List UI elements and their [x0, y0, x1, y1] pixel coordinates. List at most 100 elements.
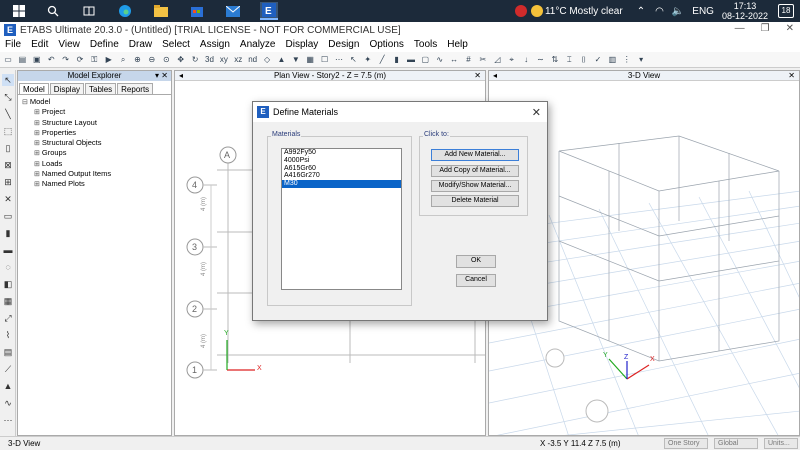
zoom-window-icon[interactable]: ⌕ — [117, 54, 129, 66]
tables-icon[interactable]: ▥ — [606, 54, 618, 66]
task-view-icon[interactable] — [80, 2, 98, 20]
tree-item-named-plots[interactable]: ⊞ Named Plots — [22, 179, 167, 189]
draw-braces-tool-icon[interactable]: ⊠ — [2, 159, 14, 171]
menu-edit[interactable]: Edit — [26, 38, 53, 52]
menu-select[interactable]: Select — [157, 38, 195, 52]
menu-tools[interactable]: Tools — [409, 38, 442, 52]
reshape-icon[interactable]: ◿ — [491, 54, 503, 66]
expand-icon[interactable]: ⊞ — [34, 171, 40, 178]
tree-root[interactable]: ⊟ Model — [22, 97, 167, 107]
menu-design[interactable]: Design — [323, 38, 364, 52]
tree-item-properties[interactable]: ⊞ Properties — [22, 128, 167, 138]
ok-button[interactable]: OK — [456, 255, 496, 268]
expand-icon[interactable]: ⊞ — [34, 150, 40, 157]
wifi-icon[interactable]: ◠ — [655, 6, 664, 17]
menu-help[interactable]: Help — [442, 38, 473, 52]
volume-icon[interactable]: 🔈 — [672, 6, 684, 17]
section-cut-icon[interactable]: ✂ — [477, 54, 489, 66]
draw-frame-icon[interactable]: ╱ — [376, 54, 388, 66]
tree-item-project[interactable]: ⊞ Project — [22, 107, 167, 117]
notification-badge-icon[interactable] — [514, 5, 527, 17]
view-elevation-icon[interactable]: xz — [232, 54, 244, 66]
draw-dimension-icon[interactable]: ↔ — [448, 54, 460, 66]
model-explorer-pin-close-icon[interactable]: ▾ ✕ — [155, 71, 168, 81]
draw-wall-tool-icon[interactable]: ▮ — [2, 227, 14, 239]
design-concrete-icon[interactable]: ⌷ — [578, 54, 590, 66]
expand-icon[interactable]: ⊞ — [34, 140, 40, 147]
tab-reports[interactable]: Reports — [117, 83, 154, 94]
menu-view[interactable]: View — [53, 38, 85, 52]
draw-support-tool-icon[interactable]: ▲ — [2, 380, 14, 392]
modify-show-material-button[interactable]: Modify/Show Material... — [431, 180, 519, 192]
material-item-selected[interactable]: M30 — [282, 180, 401, 188]
new-model-icon[interactable]: ▭ — [2, 54, 14, 66]
forces-icon[interactable]: ⇅ — [549, 54, 561, 66]
pointer-icon[interactable]: ↖ — [347, 54, 359, 66]
expand-icon[interactable]: ⊞ — [34, 130, 40, 137]
store-icon[interactable] — [188, 2, 206, 20]
material-item[interactable]: A416Gr270 — [282, 172, 401, 180]
units-icon[interactable]: ⋮ — [621, 54, 633, 66]
assign-load-icon[interactable]: ↓ — [520, 54, 532, 66]
draw-panel-tool-icon[interactable]: ▦ — [2, 295, 14, 307]
draw-rect-tool-icon[interactable]: ⬚ — [2, 125, 14, 137]
draw-misc-tool-icon[interactable]: ⋯ — [2, 414, 14, 426]
notification-center-icon[interactable]: 18 — [778, 4, 794, 18]
coord-system-dropdown[interactable]: Global — [714, 438, 758, 449]
move-up-icon[interactable]: ▲ — [275, 54, 287, 66]
draw-grid-icon[interactable]: # — [463, 54, 475, 66]
draw-wave-tool-icon[interactable]: ∿ — [2, 397, 14, 409]
draw-slab-tool-icon[interactable]: ▬ — [2, 244, 14, 256]
tab-model[interactable]: Model — [19, 83, 49, 94]
clock[interactable]: 17:13 08-12-2022 — [722, 1, 768, 21]
restore-icon[interactable]: ❐ — [761, 23, 770, 34]
story-dropdown[interactable]: One Story — [664, 438, 708, 449]
add-new-material-button[interactable]: Add New Material... — [431, 149, 519, 161]
perspective-icon[interactable]: ◇ — [261, 54, 273, 66]
design-check-icon[interactable]: ✓ — [592, 54, 604, 66]
windows-start-icon[interactable] — [10, 2, 28, 20]
view-nd-icon[interactable]: nd — [247, 54, 259, 66]
draw-tendon-tool-icon[interactable]: ⌇ — [2, 329, 14, 341]
draw-wall-icon[interactable]: ▮ — [391, 54, 403, 66]
draw-line-tool-icon[interactable]: ╲ — [2, 108, 14, 120]
dialog-close-icon[interactable]: ✕ — [532, 106, 541, 119]
language-indicator[interactable]: ENG — [692, 6, 714, 17]
delete-material-button[interactable]: Delete Material — [431, 195, 519, 207]
draw-x-brace-tool-icon[interactable]: ✕ — [2, 193, 14, 205]
edge-icon[interactable] — [116, 2, 134, 20]
file-explorer-icon[interactable] — [152, 2, 170, 20]
run-analysis-icon[interactable]: ▶ — [103, 54, 115, 66]
pan-icon[interactable]: ✥ — [175, 54, 187, 66]
deformed-shape-icon[interactable]: ∼ — [534, 54, 546, 66]
rotate-3d-icon[interactable]: ↻ — [189, 54, 201, 66]
minimize-icon[interactable]: — — [735, 23, 745, 34]
material-item[interactable]: 4000Psi — [282, 157, 401, 165]
menu-assign[interactable]: Assign — [195, 38, 235, 52]
weather-text[interactable]: 11°C Mostly clear — [545, 6, 623, 17]
draw-opening-tool-icon[interactable]: ◌ — [2, 261, 14, 273]
close-icon[interactable]: ✕ — [786, 23, 794, 34]
draw-link-icon[interactable]: ∿ — [434, 54, 446, 66]
cancel-button[interactable]: Cancel — [456, 274, 496, 287]
tab-display[interactable]: Display — [49, 83, 85, 94]
tree-item-structure-layout[interactable]: ⊞ Structure Layout — [22, 118, 167, 128]
draw-floor-tool-icon[interactable]: ▭ — [2, 210, 14, 222]
object-shrink-icon[interactable]: ▦ — [304, 54, 316, 66]
draw-joint-icon[interactable]: ✦ — [362, 54, 374, 66]
etabs-taskbar-icon[interactable]: E — [260, 2, 278, 20]
view-3d-icon[interactable]: 3d — [203, 54, 215, 66]
pointer-tool-icon[interactable]: ↖ — [2, 74, 14, 86]
move-down-icon[interactable]: ▼ — [290, 54, 302, 66]
draw-floor-icon[interactable]: ▬ — [405, 54, 417, 66]
menu-file[interactable]: File — [0, 38, 26, 52]
draw-area-tool-icon[interactable]: ◧ — [2, 278, 14, 290]
menu-options[interactable]: Options — [364, 38, 408, 52]
redo-icon[interactable]: ↷ — [60, 54, 72, 66]
materials-list[interactable]: A992Fy50 4000Psi A615Gr60 A416Gr270 M30 — [281, 148, 402, 290]
display-options-icon[interactable]: ☐ — [319, 54, 331, 66]
draw-grid-tool-icon[interactable]: ▤ — [2, 346, 14, 358]
tray-chevron-icon[interactable]: ⌃ — [637, 6, 645, 17]
expand-icon[interactable]: ⊞ — [34, 161, 40, 168]
expand-icon[interactable]: ⊞ — [34, 181, 40, 188]
